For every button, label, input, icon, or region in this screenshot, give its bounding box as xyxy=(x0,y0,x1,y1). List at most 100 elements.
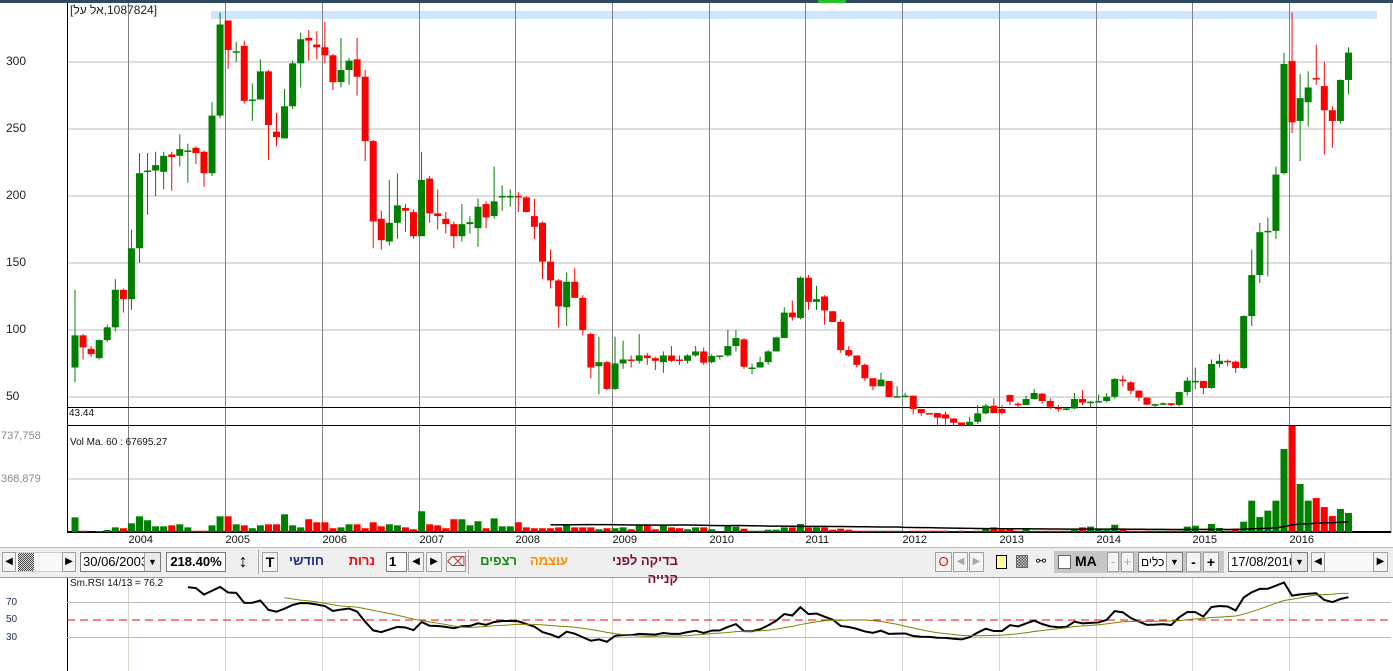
candle-body xyxy=(1216,360,1224,365)
candle-body xyxy=(1046,401,1054,407)
candle-body xyxy=(893,396,901,398)
pre-buy-check-button[interactable]: בדיקה לפני קנייה xyxy=(580,552,678,586)
step-input[interactable]: 1 xyxy=(386,552,407,572)
step-right-button[interactable]: ▶ xyxy=(426,552,442,572)
scroll-right-button[interactable]: ▶ xyxy=(62,552,76,572)
volume-bar xyxy=(71,517,79,532)
ma-minus-button[interactable]: - xyxy=(1107,552,1119,572)
color-square-icon[interactable] xyxy=(996,555,1007,569)
chevron-down-icon[interactable]: ▼ xyxy=(1166,553,1182,571)
candle-body xyxy=(498,196,506,198)
volume-bar xyxy=(337,527,345,532)
candle-body xyxy=(563,281,571,308)
candle xyxy=(1312,44,1320,85)
period-monthly-button[interactable]: חודשי xyxy=(289,552,324,572)
ma-checkbox[interactable] xyxy=(1058,555,1071,569)
candle-body xyxy=(135,173,143,249)
candle xyxy=(772,336,780,352)
candle-body xyxy=(716,355,724,357)
volume-bar xyxy=(1030,530,1038,532)
candle-body xyxy=(941,414,949,419)
volume-bar xyxy=(941,530,949,532)
candle-body xyxy=(377,218,385,241)
eraser-icon[interactable]: ⌫ xyxy=(446,552,466,572)
strength-button[interactable]: עוצמה xyxy=(528,552,568,572)
chevron-down-icon[interactable]: ▼ xyxy=(1291,553,1307,571)
candle-body xyxy=(1111,378,1119,397)
candle xyxy=(885,380,893,397)
candle-body xyxy=(401,208,409,211)
scroll-left-button[interactable]: ◀ xyxy=(1311,552,1325,572)
candle xyxy=(87,346,95,357)
end-date-select[interactable]: 17/08/2016 ▼ xyxy=(1228,552,1308,572)
volume-bar xyxy=(813,527,821,532)
volume-bar xyxy=(273,524,280,532)
candle-body xyxy=(297,39,305,64)
volume-bar xyxy=(216,516,224,532)
volume-bar xyxy=(547,528,555,532)
chart-style-candles-button[interactable]: נרות xyxy=(347,552,375,572)
candle xyxy=(724,330,732,357)
year-tick-label: 2016 xyxy=(1289,534,1314,546)
candle-body xyxy=(1135,390,1143,398)
price-tick: 300 xyxy=(6,54,27,68)
ma-plus-button[interactable]: + xyxy=(1121,552,1134,572)
candle-body xyxy=(240,45,248,101)
prev-disabled-button[interactable]: ◀ xyxy=(953,552,968,572)
candle-body xyxy=(740,339,748,367)
candle xyxy=(530,198,538,239)
volume-bar xyxy=(1336,508,1344,532)
candle xyxy=(216,12,224,119)
end-scrollbar[interactable] xyxy=(1325,552,1373,572)
text-tool-button[interactable]: T xyxy=(262,552,278,572)
candle xyxy=(925,413,933,415)
candle xyxy=(273,112,280,147)
candle xyxy=(144,153,152,215)
candle xyxy=(595,336,603,395)
streaks-button[interactable]: רצפים xyxy=(477,552,517,572)
zoom-percent[interactable]: 218.40% xyxy=(166,552,226,572)
volume-bar xyxy=(224,516,232,532)
candle xyxy=(103,324,111,343)
date-scrollbar[interactable] xyxy=(16,552,62,572)
candle xyxy=(1159,402,1167,406)
tools-select[interactable]: כלים ▼ xyxy=(1138,552,1183,572)
volume-bar xyxy=(232,524,240,532)
candle-body xyxy=(1006,394,1014,402)
step-left-button[interactable]: ◀ xyxy=(408,552,424,572)
candle-body xyxy=(684,355,692,361)
volume-bar xyxy=(925,530,933,532)
o-button[interactable]: O xyxy=(935,552,952,572)
binoculars-icon[interactable]: ⚯ xyxy=(1036,552,1052,572)
candle-body xyxy=(1022,399,1030,406)
scroll-left-button[interactable]: ◀ xyxy=(2,552,16,572)
candle-body xyxy=(966,421,974,426)
candle-body xyxy=(289,63,297,107)
scroll-right-button[interactable]: ▶ xyxy=(1373,552,1388,572)
scrollbar-thumb[interactable] xyxy=(18,553,34,571)
volume-bar xyxy=(853,530,861,532)
volume-bar xyxy=(651,529,659,532)
plus-button[interactable]: + xyxy=(1203,552,1219,572)
tools-select-value: כלים xyxy=(1141,555,1165,569)
candle-body xyxy=(547,261,555,281)
volume-bar xyxy=(933,530,941,532)
volume-bar xyxy=(361,528,369,532)
candle-body xyxy=(627,359,635,361)
chevron-down-icon[interactable]: ▼ xyxy=(144,553,160,571)
candle-body xyxy=(780,312,788,339)
minus-button[interactable]: - xyxy=(1186,552,1201,572)
volume-bar xyxy=(1135,530,1143,532)
pattern-icon[interactable] xyxy=(1016,555,1028,568)
candle-body xyxy=(853,355,861,365)
candle-body xyxy=(176,149,184,156)
candle xyxy=(466,216,474,234)
vertical-resize-icon[interactable]: ↕ xyxy=(235,552,251,572)
candle-body xyxy=(216,24,224,116)
start-date-select[interactable]: 30/06/2003 ▼ xyxy=(80,552,161,572)
candle xyxy=(289,60,297,109)
volume-bar xyxy=(748,530,756,532)
volume-bar xyxy=(756,530,764,532)
next-disabled-button[interactable]: ▶ xyxy=(969,552,984,572)
candle xyxy=(426,175,434,223)
